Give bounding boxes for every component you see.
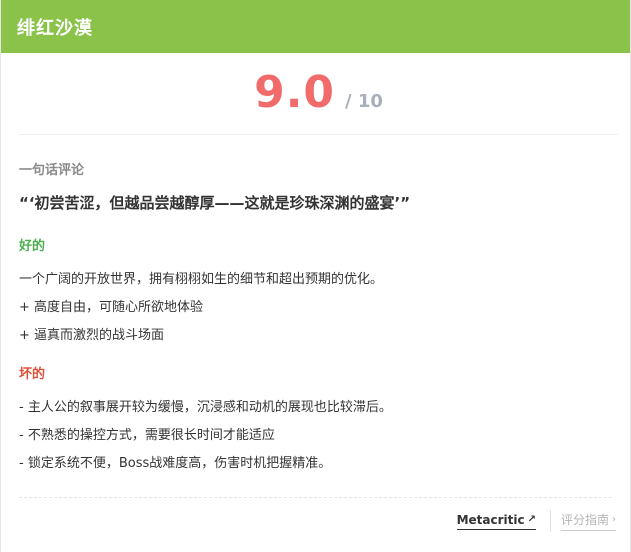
cons-item: - 主人公的叙事展开较为缓慢，沉浸感和动机的展现也比较滞后。 [19,400,392,415]
external-link-icon: ↗ [527,514,536,525]
score-max: / 10 [345,91,383,112]
game-title: 绯红沙漠 [17,17,93,39]
one-line-review-label: 一句话评论 [19,163,85,178]
review-quote: “‘初尝苦涩，但越品尝越醇厚——这就是珍珠深渊的盛宴’” [19,194,411,212]
cons-item: - 不熟悉的操控方式，需要很长时间才能适应 [19,428,275,443]
cons-label: 坏的 [19,367,46,382]
cons-item: - 锁定系统不便，Boss战难度高，伤害时机把握精准。 [19,456,332,471]
card-header: 绯红沙漠 [1,0,630,53]
pros-label: 好的 [19,239,46,254]
metacritic-link-label: Metacritic [456,512,525,527]
metacritic-link[interactable]: Metacritic ↗ [456,512,536,530]
score-value: 9.0 [254,67,336,118]
rating-guide-link[interactable]: 评分指南 › [560,511,616,531]
chevron-right-icon: › [612,514,616,525]
rating-guide-label: 评分指南 [560,513,609,527]
score-display: 9.0 / 10 [19,53,618,135]
card-footer: Metacritic ↗ 评分指南 › [456,510,616,532]
footer-divider [19,497,612,498]
footer-separator [549,510,551,532]
pros-summary: 一个广阔的开放世界，拥有栩栩如生的细节和超出预期的优化。 [19,272,384,287]
review-content: 一句话评论 “‘初尝苦涩，但越品尝越醇厚——这就是珍珠深渊的盛宴’” 好的 一个… [1,159,630,471]
pros-item: + 高度自由，可随心所欲地体验 [19,300,204,315]
pros-item: + 逼真而激烈的战斗场面 [19,328,165,343]
review-card: 绯红沙漠 9.0 / 10 一句话评论 “‘初尝苦涩，但越品尝越醇厚——这就是珍… [0,0,631,552]
